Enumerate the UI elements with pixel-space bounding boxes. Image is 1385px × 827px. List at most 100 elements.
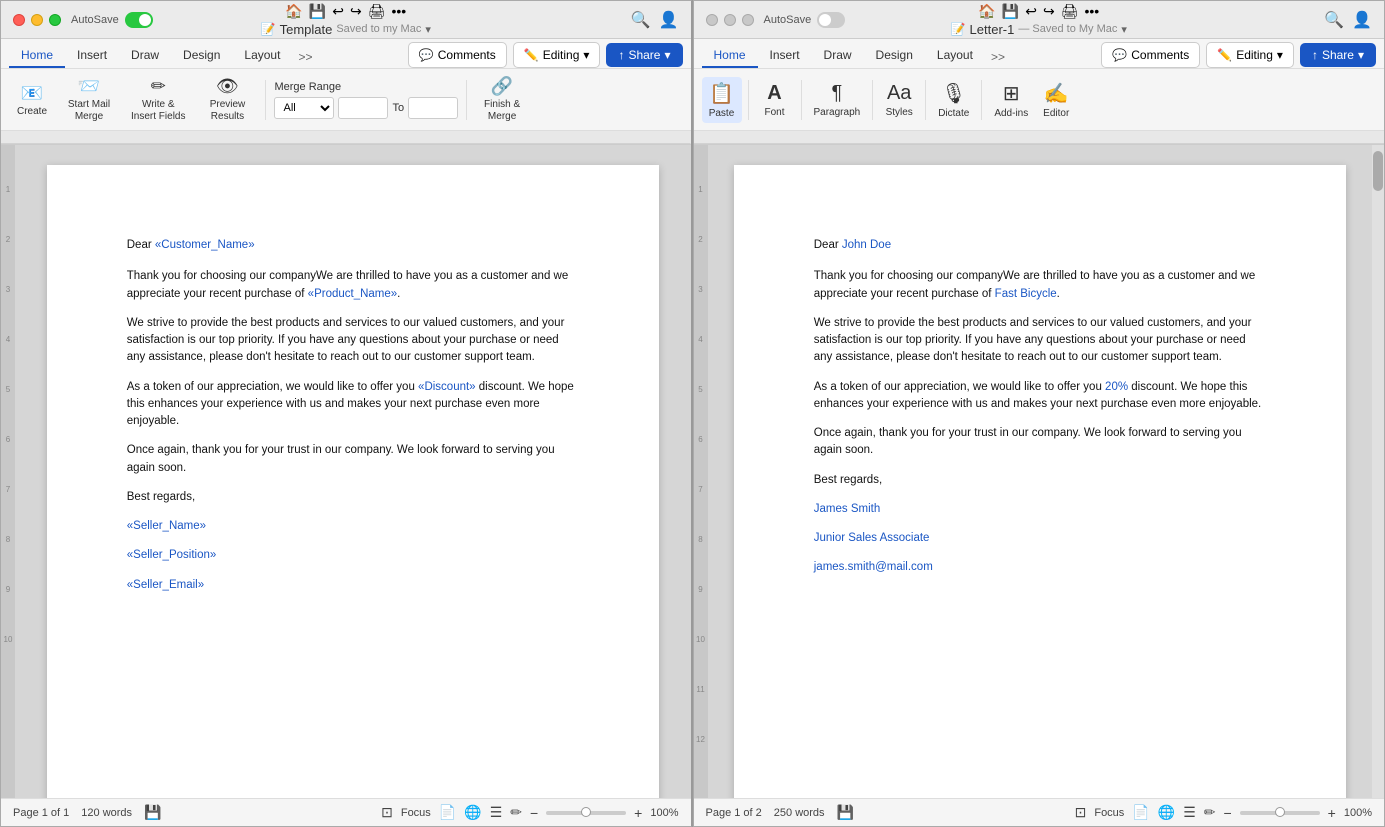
left-titlebar-center: 🏠 💾 ↩ ↪ 🖨 ••• 📝 Template Saved to my Mac… xyxy=(261,3,431,37)
right-page-info: Page 1 of 2 xyxy=(706,807,762,819)
comment-icon-left: 💬 xyxy=(419,48,434,62)
share-button-right[interactable]: ↑ Share ▾ xyxy=(1300,43,1376,67)
left-zoom-slider[interactable] xyxy=(546,811,626,815)
tab-insert-left[interactable]: Insert xyxy=(65,44,119,68)
preview-results-button[interactable]: 👁 PreviewResults xyxy=(197,72,257,127)
left-view-icon2[interactable]: 🌐 xyxy=(464,804,481,821)
right-print-icon[interactable]: 🖨 xyxy=(1061,3,1079,20)
left-zoom-plus[interactable]: + xyxy=(634,805,642,821)
dictate-button[interactable]: 🎙 Dictate xyxy=(932,77,975,123)
print-icon[interactable]: 🖨 xyxy=(368,3,386,20)
tab-design-right[interactable]: Design xyxy=(864,44,925,68)
comments-button-left[interactable]: 💬 Comments xyxy=(408,42,507,68)
create-button[interactable]: 📧 Create xyxy=(9,79,55,121)
finish-icon: 🔗 xyxy=(491,76,513,97)
right-ruler-horizontal xyxy=(694,131,1385,145)
left-ribbon-tabs: Home Insert Draw Design Layout >> 💬 Comm… xyxy=(1,39,691,69)
right-zoom-slider[interactable] xyxy=(1240,811,1320,815)
left-greeting: Dear «Customer_Name» xyxy=(127,237,579,254)
paragraph-button[interactable]: ¶ Paragraph xyxy=(808,78,867,122)
left-focus-icon[interactable]: ⊡ xyxy=(381,804,393,821)
tab-home-right[interactable]: Home xyxy=(702,44,758,68)
left-page-container: Dear «Customer_Name» Thank you for choos… xyxy=(15,145,691,798)
maximize-button[interactable] xyxy=(49,14,61,26)
right-search-icon[interactable]: 🔍 xyxy=(1324,10,1344,30)
font-button[interactable]: A Font xyxy=(755,78,795,122)
tab-more-right[interactable]: >> xyxy=(985,46,1011,68)
right-zoom-plus[interactable]: + xyxy=(1328,805,1336,821)
left-view-icon3[interactable]: ☰ xyxy=(490,804,503,821)
right-redo-icon[interactable]: ↪ xyxy=(1043,3,1055,20)
merge-to-input[interactable] xyxy=(408,97,458,119)
right-save-status-icon: 💾 xyxy=(837,804,854,821)
editing-button-right[interactable]: ✏️ Editing ▾ xyxy=(1206,42,1294,68)
left-statusbar-right: ⊡ Focus 📄 🌐 ☰ ✏ − + 100% xyxy=(381,804,678,821)
merge-range-select[interactable]: All xyxy=(274,97,334,119)
right-maximize-button[interactable] xyxy=(742,14,754,26)
add-ins-button[interactable]: ⊞ Add-ins xyxy=(988,77,1034,123)
right-close-button[interactable] xyxy=(706,14,718,26)
right-focus-icon[interactable]: ⊡ xyxy=(1075,804,1087,821)
styles-button[interactable]: Aa Styles xyxy=(879,78,919,122)
left-view-icon4[interactable]: ✏ xyxy=(510,804,522,821)
right-view-icon4[interactable]: ✏ xyxy=(1204,804,1216,821)
right-more-icon[interactable]: ••• xyxy=(1084,3,1099,19)
left-person-icon[interactable]: 👤 xyxy=(659,10,679,30)
tab-design-left[interactable]: Design xyxy=(171,44,232,68)
share-chevron-left: ▾ xyxy=(664,48,670,62)
left-ribbon-actions: 💬 Comments ✏️ Editing ▾ ↑ Share ▾ xyxy=(408,42,683,68)
tab-home-left[interactable]: Home xyxy=(9,44,65,68)
finish-merge-button[interactable]: 🔗 Finish &Merge xyxy=(475,72,529,127)
editor-button[interactable]: ✍ Editor xyxy=(1036,77,1076,123)
more-icon[interactable]: ••• xyxy=(391,3,406,19)
paste-button[interactable]: 📋 Paste xyxy=(702,77,742,123)
share-button-left[interactable]: ↑ Share ▾ xyxy=(606,43,682,67)
merge-to-label: To xyxy=(392,102,404,114)
right-doc-area: 1 2 3 4 5 6 7 8 9 10 11 12 Dear John Doe… xyxy=(694,145,1385,798)
minimize-button[interactable] xyxy=(31,14,43,26)
tab-draw-left[interactable]: Draw xyxy=(119,44,171,68)
right-scrollbar[interactable] xyxy=(1372,145,1384,798)
left-letter-text: Dear «Customer_Name» Thank you for choos… xyxy=(127,237,579,594)
right-focus-label[interactable]: Focus xyxy=(1094,807,1124,819)
right-minimize-button[interactable] xyxy=(724,14,736,26)
comments-button-right[interactable]: 💬 Comments xyxy=(1101,42,1200,68)
left-zoom-minus[interactable]: − xyxy=(530,805,538,821)
right-zoom-percent: 100% xyxy=(1344,807,1372,819)
left-doc-area: 1 2 3 4 5 6 7 8 9 10 Dear «Customer_Name… xyxy=(1,145,691,798)
right-view-icon2[interactable]: 🌐 xyxy=(1158,804,1175,821)
write-insert-button[interactable]: ✏ Write &Insert Fields xyxy=(123,72,193,127)
right-sep-4 xyxy=(925,80,926,120)
mail-merge-icon: 📨 xyxy=(78,76,100,97)
undo-icon[interactable]: ↩ xyxy=(332,3,344,20)
right-view-icon3[interactable]: ☰ xyxy=(1183,804,1196,821)
left-view-icon1[interactable]: 📄 xyxy=(439,804,456,821)
right-title-chevron-icon[interactable]: ▾ xyxy=(1121,23,1127,36)
right-view-icon1[interactable]: 📄 xyxy=(1132,804,1149,821)
right-zoom-minus[interactable]: − xyxy=(1223,805,1231,821)
close-button[interactable] xyxy=(13,14,25,26)
right-autosave-toggle[interactable] xyxy=(817,12,845,28)
merge-from-input[interactable] xyxy=(338,97,388,119)
tab-more-left[interactable]: >> xyxy=(292,46,318,68)
right-person-icon[interactable]: 👤 xyxy=(1352,10,1372,30)
scrollbar-thumb[interactable] xyxy=(1373,151,1383,191)
start-mail-merge-button[interactable]: 📨 Start MailMerge xyxy=(59,72,119,127)
tab-layout-right[interactable]: Layout xyxy=(925,44,985,68)
right-page[interactable]: Dear John Doe Thank you for choosing our… xyxy=(734,165,1346,798)
editing-button-left[interactable]: ✏️ Editing ▾ xyxy=(513,42,601,68)
right-para3: As a token of our appreciation, we would… xyxy=(814,379,1266,414)
left-search-icon[interactable]: 🔍 xyxy=(631,10,651,30)
title-chevron-icon[interactable]: ▾ xyxy=(425,23,431,36)
redo-icon[interactable]: ↪ xyxy=(350,3,362,20)
autosave-toggle[interactable] xyxy=(125,12,153,28)
tab-insert-right[interactable]: Insert xyxy=(758,44,812,68)
right-undo-icon[interactable]: ↩ xyxy=(1025,3,1037,20)
right-sep-3 xyxy=(872,80,873,120)
tab-layout-left[interactable]: Layout xyxy=(232,44,292,68)
tab-draw-right[interactable]: Draw xyxy=(812,44,864,68)
right-home-icon: 🏠 xyxy=(978,3,995,20)
left-page[interactable]: Dear «Customer_Name» Thank you for choos… xyxy=(47,165,659,798)
left-focus-label[interactable]: Focus xyxy=(401,807,431,819)
create-icon: 📧 xyxy=(21,83,43,104)
